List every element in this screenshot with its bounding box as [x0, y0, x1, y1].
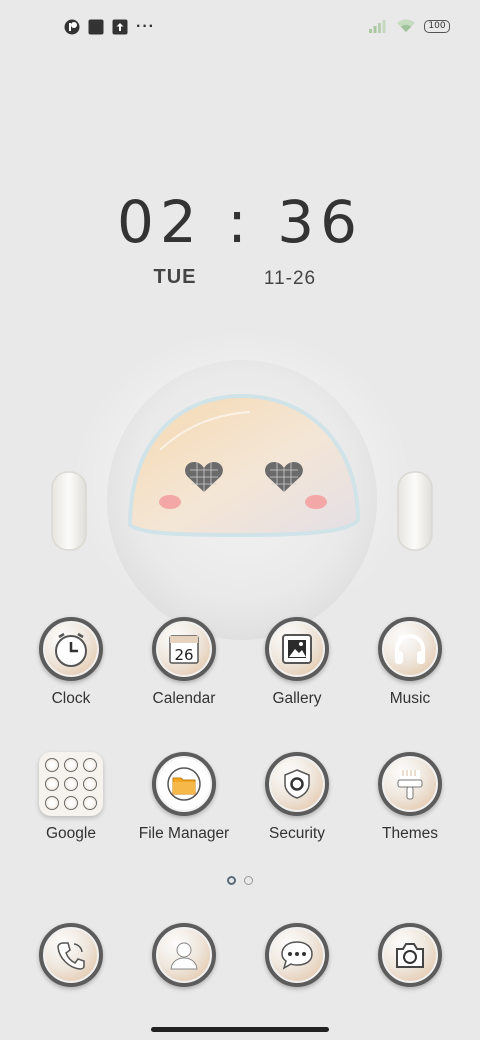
- maps-icon: [83, 758, 97, 772]
- camera-icon: [378, 923, 442, 987]
- status-app-icon: [64, 19, 80, 35]
- phone-icon: [39, 923, 103, 987]
- status-bar: ··· 100: [0, 0, 480, 56]
- info-icon: [83, 777, 97, 791]
- calendar-date: 26: [174, 646, 193, 664]
- chrome-icon: [64, 777, 78, 791]
- app-google-folder[interactable]: Google: [16, 752, 126, 843]
- page-indicator[interactable]: [0, 876, 480, 885]
- shield-icon: [265, 752, 329, 816]
- dock-messages[interactable]: [265, 923, 329, 987]
- clock-date: 11-26: [263, 268, 317, 289]
- gmail-icon: [64, 758, 78, 772]
- meet-icon: [64, 796, 78, 810]
- folder-file-icon: [152, 752, 216, 816]
- page-dot[interactable]: [244, 876, 253, 885]
- clock-icon: [39, 617, 103, 681]
- app-calendar[interactable]: 26 Calendar: [129, 617, 239, 708]
- youtube-icon: [45, 777, 59, 791]
- battery-icon: 100: [424, 19, 450, 33]
- brush-icon: [378, 752, 442, 816]
- app-gallery[interactable]: Gallery: [242, 617, 352, 708]
- dock-phone[interactable]: [39, 923, 103, 987]
- app-label: File Manager: [138, 825, 230, 842]
- headphones-icon: [378, 617, 442, 681]
- clock-time[interactable]: 02 : 36: [0, 188, 480, 256]
- calendar-icon: 26: [152, 617, 216, 681]
- clock-day: TUE: [153, 266, 197, 288]
- battery-level: 100: [428, 20, 446, 31]
- app-music[interactable]: Music: [355, 617, 465, 708]
- google-icon: [45, 758, 59, 772]
- messages-icon: [265, 923, 329, 987]
- app-label: Music: [389, 690, 431, 707]
- app-file-manager[interactable]: File Manager: [129, 752, 239, 843]
- more-dots-icon: ···: [136, 18, 155, 35]
- robot-wallpaper: [51, 330, 433, 640]
- app-clock[interactable]: Clock: [16, 617, 126, 708]
- signal-icon: [369, 20, 386, 33]
- app-label: Security: [269, 825, 325, 842]
- app-security[interactable]: Security: [242, 752, 352, 843]
- gallery-icon: [265, 617, 329, 681]
- app-label: Gallery: [272, 690, 322, 707]
- folder-icon: [39, 752, 103, 816]
- dock-camera[interactable]: [378, 923, 442, 987]
- app-label: Themes: [382, 825, 438, 842]
- dock-contacts[interactable]: [152, 923, 216, 987]
- page-dot-active[interactable]: [227, 876, 236, 885]
- app-label: Clock: [51, 690, 91, 707]
- photos-icon: [45, 796, 59, 810]
- drive-icon: [83, 796, 97, 810]
- contacts-icon: [152, 923, 216, 987]
- upload-icon: [112, 19, 128, 35]
- home-indicator[interactable]: [151, 1027, 329, 1032]
- square-icon: [88, 19, 104, 35]
- app-themes[interactable]: Themes: [355, 752, 465, 843]
- app-label: Google: [46, 825, 96, 842]
- wifi-icon: [397, 19, 415, 32]
- app-label: Calendar: [152, 690, 216, 707]
